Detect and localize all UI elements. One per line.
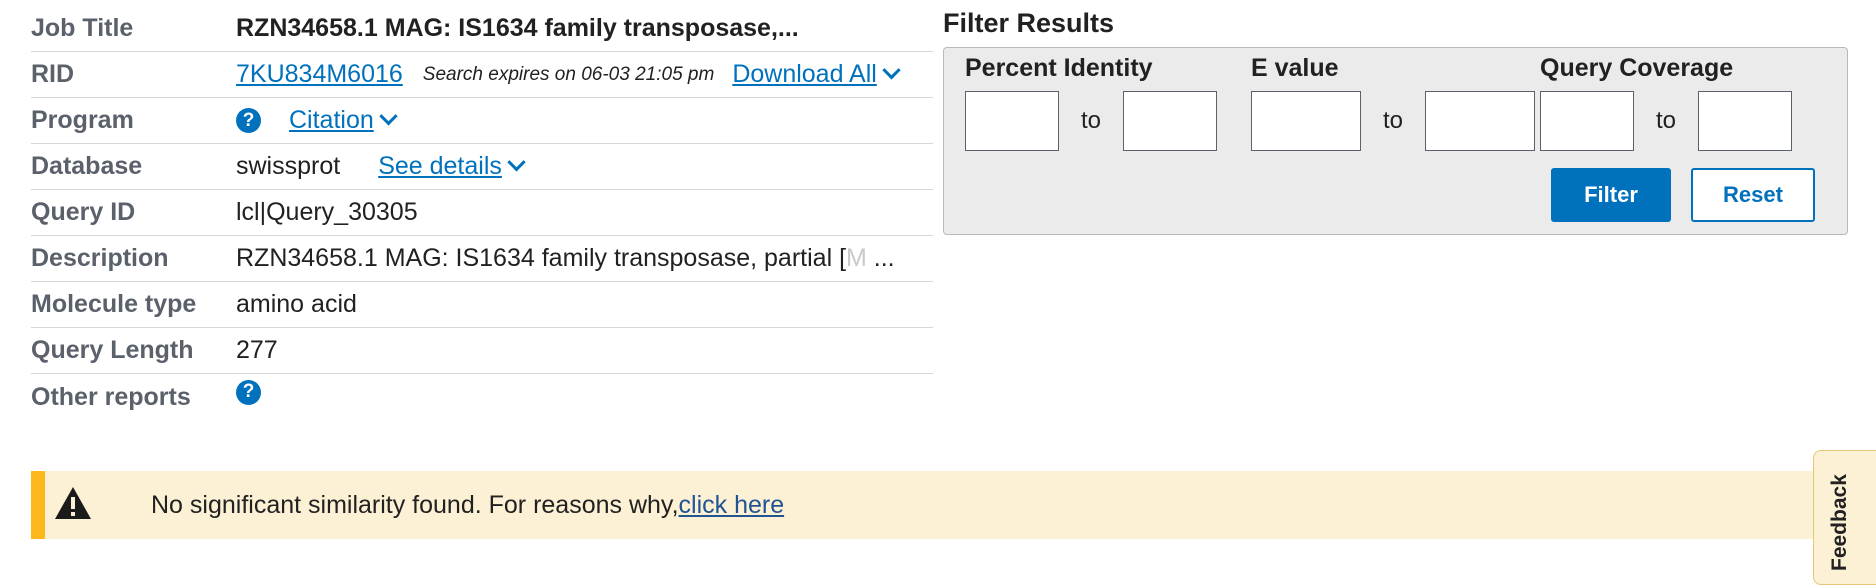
chevron-down-icon [507,153,526,172]
query-coverage-min-input[interactable] [1540,91,1634,151]
percent-identity-min-input[interactable] [965,91,1059,151]
molecule-type-value: amino acid [236,290,357,318]
alert-message: No significant similarity found. For rea… [151,491,784,520]
chevron-down-icon [379,107,398,126]
program-label: Program [31,106,134,134]
rid-expires-text: Search expires on 06-03 21:05 pm [422,63,715,85]
e-value-label: E value [1251,54,1339,82]
to-label: to [1656,107,1677,134]
database-row: Database swissprot See details [31,144,933,190]
percent-identity-group: Percent Identity to [965,54,1218,151]
alert-message-text: No significant similarity found. For rea… [151,490,679,519]
description-value: RZN34658.1 MAG: IS1634 family transposas… [236,244,895,273]
query-length-value: 277 [236,336,278,364]
rid-label: RID [31,60,75,88]
click-here-link[interactable]: click here [679,491,785,519]
download-all-menu[interactable]: Download All [732,60,901,89]
citation-menu[interactable]: Citation [289,106,398,135]
feedback-tab[interactable]: Feedback [1813,450,1876,585]
help-icon[interactable]: ? [236,379,261,405]
percent-identity-max-input[interactable] [1123,91,1218,151]
chevron-down-icon [882,61,901,80]
query-coverage-max-input[interactable] [1698,91,1793,151]
description-text: RZN34658.1 MAG: IS1634 family transposas… [236,244,847,272]
job-title-label: Job Title [31,14,134,42]
description-row: Description RZN34658.1 MAG: IS1634 famil… [31,236,933,282]
no-results-alert: No significant similarity found. For rea… [31,471,1876,539]
filter-button[interactable]: Filter [1551,168,1671,222]
query-id-row: Query ID lcl|Query_30305 [31,190,933,236]
download-all-link[interactable]: Download All [732,60,877,89]
filter-panel: Percent Identity to E value to Query Cov… [943,47,1848,235]
molecule-type-row: Molecule type amino acid [31,282,933,328]
rid-link[interactable]: 7KU834M6016 [236,60,403,89]
warning-icon [53,485,93,526]
percent-identity-label: Percent Identity [965,54,1153,82]
see-details-menu[interactable]: See details [378,152,526,181]
job-info-table: Job Title RZN34658.1 MAG: IS1634 family … [31,6,933,420]
feedback-label: Feedback [1828,474,1851,571]
rid-row: RID 7KU834M6016 Search expires on 06-03 … [31,52,933,98]
to-label: to [1081,107,1102,134]
description-fade-text: M [846,244,867,272]
description-ellipsis[interactable]: ... [867,244,895,273]
e-value-group: E value to [1251,54,1536,151]
other-reports-row: Other reports ? [31,374,933,420]
reset-button[interactable]: Reset [1691,168,1815,222]
query-length-row: Query Length 277 [31,328,933,374]
program-row: Program ? Citation [31,98,933,144]
to-label: to [1383,107,1404,134]
job-title-value: RZN34658.1 MAG: IS1634 family transposas… [236,14,799,42]
description-label: Description [31,244,169,272]
query-coverage-group: Query Coverage to [1540,54,1793,151]
query-coverage-label: Query Coverage [1540,54,1734,82]
molecule-type-label: Molecule type [31,290,197,318]
citation-link[interactable]: Citation [289,106,374,135]
database-value: swissprot [236,152,341,180]
e-value-max-input[interactable] [1425,91,1536,151]
other-reports-label: Other reports [31,382,191,411]
filter-results-title: Filter Results [943,8,1115,38]
job-title-row: Job Title RZN34658.1 MAG: IS1634 family … [31,6,933,52]
help-icon[interactable]: ? [236,108,261,133]
query-id-value: lcl|Query_30305 [236,198,418,226]
see-details-link[interactable]: See details [378,152,502,181]
e-value-min-input[interactable] [1251,91,1361,151]
database-label: Database [31,152,143,180]
query-id-label: Query ID [31,198,136,226]
query-length-label: Query Length [31,336,194,364]
